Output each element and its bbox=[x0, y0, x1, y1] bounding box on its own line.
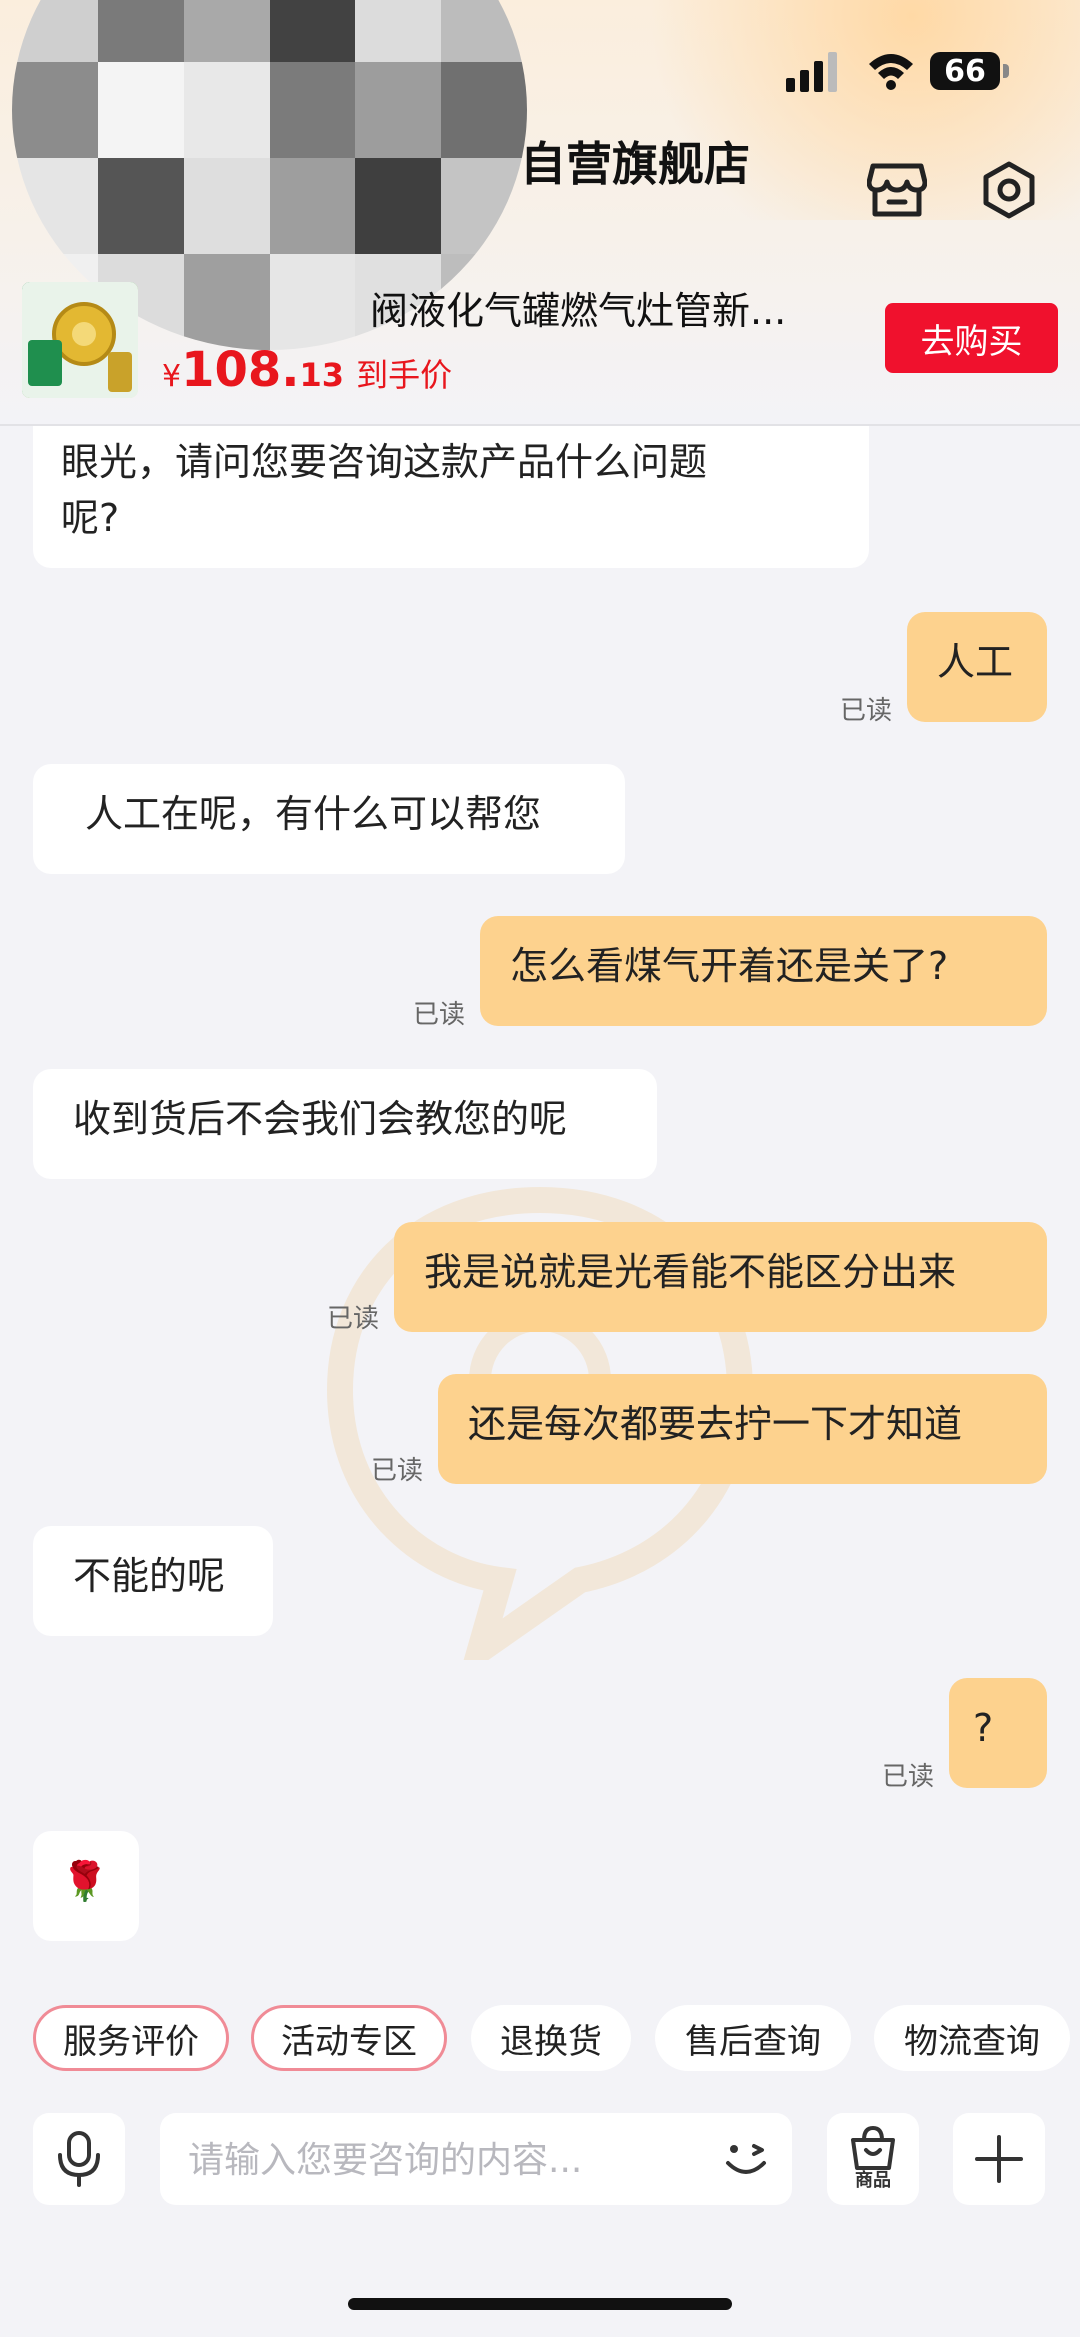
message-bubble-agent: 收到货后不会我们会教您的呢 bbox=[33, 1069, 657, 1179]
read-receipt: 已读 bbox=[371, 1456, 424, 1486]
quick-action-service-rating[interactable]: 服务评价 bbox=[33, 2005, 229, 2071]
message-bubble-agent: 眼光，请问您要咨询这款产品什么问题 呢? bbox=[33, 426, 869, 568]
price-label: 到手价 bbox=[356, 356, 453, 394]
message-bubble-agent: 不能的呢 bbox=[33, 1526, 273, 1636]
message-input[interactable] bbox=[186, 2129, 670, 2191]
message-bubble-user: ? bbox=[949, 1678, 1047, 1788]
emoji-icon[interactable] bbox=[720, 2133, 772, 2185]
quick-action-promotions[interactable]: 活动专区 bbox=[251, 2005, 447, 2071]
voice-button[interactable] bbox=[33, 2113, 125, 2205]
read-receipt: 已读 bbox=[840, 696, 893, 726]
price-symbol: ¥ bbox=[162, 359, 182, 394]
read-receipt: 已读 bbox=[327, 1304, 380, 1334]
store-icon[interactable] bbox=[862, 155, 932, 225]
message-bubble-user: 怎么看煤气开着还是关了? bbox=[480, 916, 1047, 1026]
cellular-signal-icon bbox=[786, 52, 837, 92]
home-indicator[interactable] bbox=[348, 2298, 732, 2310]
message-bubble-user: 还是每次都要去拧一下才知道 bbox=[438, 1374, 1047, 1484]
plus-icon bbox=[975, 2135, 1023, 2183]
read-receipt: 已读 bbox=[882, 1762, 935, 1792]
price-decimal: 13 bbox=[299, 356, 345, 394]
message-bubble-agent: 🌹 bbox=[33, 1831, 139, 1941]
message-line: 眼光，请问您要咨询这款产品什么问题 bbox=[61, 440, 708, 484]
chat-area[interactable]: 眼光，请问您要咨询这款产品什么问题 呢? 人工 已读 人工在呢，有什么可以帮您 … bbox=[0, 426, 1080, 1976]
message-input-container[interactable] bbox=[160, 2113, 792, 2205]
goods-button[interactable]: 商品 bbox=[827, 2113, 919, 2205]
message-bubble-user: 人工 bbox=[907, 612, 1047, 722]
battery-indicator: 66 bbox=[930, 52, 1000, 90]
message-line: 呢? bbox=[61, 496, 120, 540]
buy-button[interactable]: 去购买 bbox=[885, 303, 1058, 373]
microphone-icon bbox=[58, 2131, 100, 2187]
quick-action-after-sales[interactable]: 售后查询 bbox=[655, 2005, 851, 2071]
read-receipt: 已读 bbox=[413, 1000, 466, 1030]
price-integer: 108. bbox=[181, 342, 300, 398]
message-bubble-agent: 人工在呢，有什么可以帮您 bbox=[33, 764, 625, 874]
message-bubble-user: 我是说就是光看能不能区分出来 bbox=[394, 1222, 1047, 1332]
battery-tip bbox=[1003, 64, 1009, 78]
quick-action-logistics[interactable]: 物流查询 bbox=[874, 2005, 1070, 2071]
quick-action-return-exchange[interactable]: 退换货 bbox=[471, 2005, 631, 2071]
store-name[interactable]: 自营旗舰店 bbox=[520, 128, 750, 194]
settings-icon[interactable] bbox=[974, 155, 1044, 225]
wifi-icon bbox=[869, 54, 913, 90]
goods-label: 商品 bbox=[855, 2170, 891, 2191]
product-thumbnail[interactable] bbox=[22, 282, 138, 398]
more-button[interactable] bbox=[953, 2113, 1045, 2205]
product-price: ¥ 108. 13 到手价 bbox=[162, 342, 452, 398]
shopping-bag-icon bbox=[851, 2126, 895, 2170]
product-title[interactable]: 阀液化气罐燃气灶管新... bbox=[370, 280, 850, 335]
